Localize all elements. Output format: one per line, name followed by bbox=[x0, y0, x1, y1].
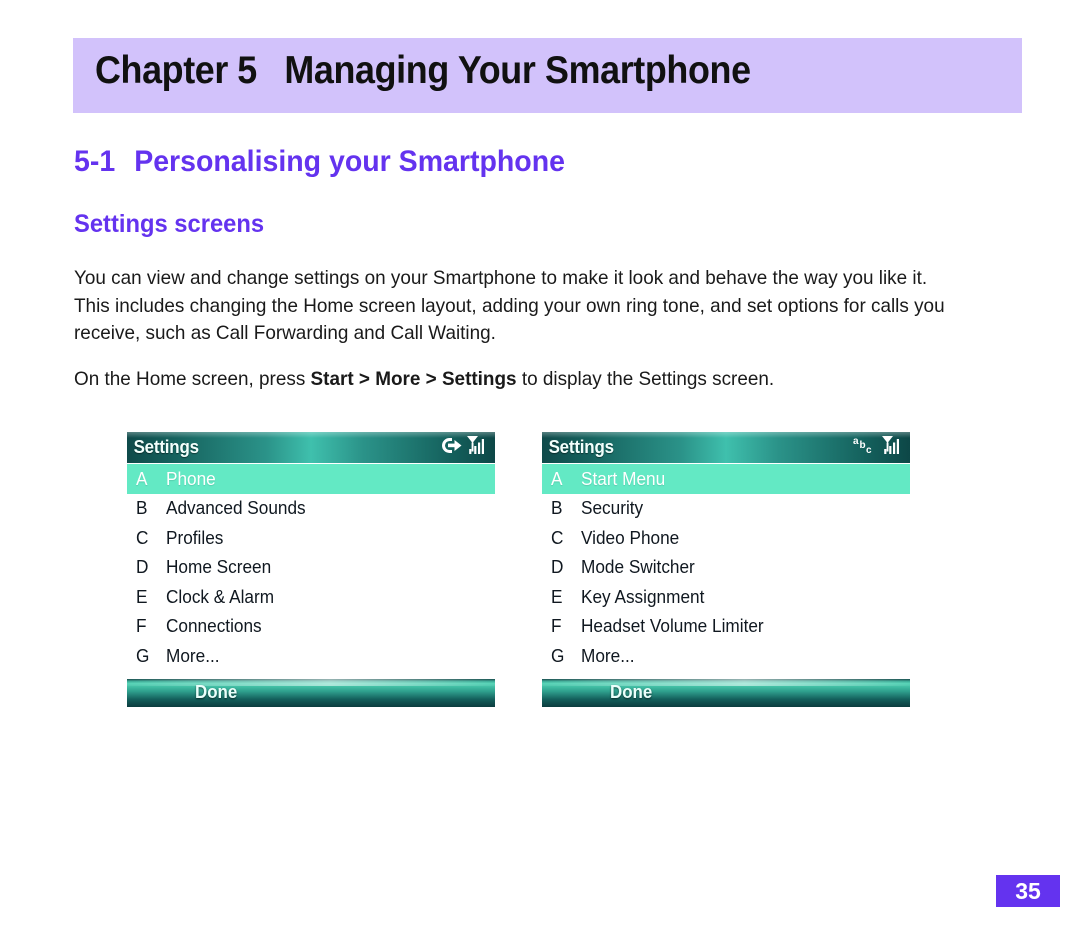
menu-item-label: Clock & Alarm bbox=[166, 585, 275, 607]
menu-item-connections[interactable]: F Connections bbox=[127, 612, 495, 642]
menu-item-more[interactable]: G More... bbox=[127, 641, 495, 671]
chapter-title: Chapter 5 Managing Your Smartphone bbox=[95, 49, 751, 93]
menu-item-letter: A bbox=[136, 467, 148, 489]
body-paragraph-2: On the Home screen, press Start > More >… bbox=[74, 366, 966, 394]
screen-2-menu-list[interactable]: A Start Menu B Security C Video Phone D … bbox=[542, 463, 910, 671]
screen-2-titlebar: Settings a b c bbox=[542, 432, 910, 463]
settings-screen-2: Settings a b c A Start Menu B Security C… bbox=[542, 432, 910, 707]
screen-1-title: Settings bbox=[133, 437, 199, 457]
screen-2-softkey-bar: Done bbox=[542, 679, 910, 707]
body-paragraph-1: You can view and change settings on your… bbox=[74, 267, 945, 344]
section-title: Personalising your Smartphone bbox=[134, 145, 565, 178]
menu-item-start-menu[interactable]: A Start Menu bbox=[542, 464, 910, 494]
menu-item-security[interactable]: B Security bbox=[542, 494, 910, 524]
menu-item-letter: B bbox=[551, 497, 563, 519]
screen-2-status-icons: a b c bbox=[852, 432, 905, 463]
menu-path-emphasis: Start > More > Settings bbox=[310, 368, 517, 390]
screen-1-menu-list[interactable]: A Phone B Advanced Sounds C Profiles D H… bbox=[127, 463, 495, 671]
page-number-badge: 35 bbox=[996, 875, 1060, 907]
menu-item-more[interactable]: G More... bbox=[542, 641, 910, 671]
paragraph-2-lead: On the Home screen, press bbox=[74, 368, 311, 390]
call-connection-icon bbox=[440, 436, 463, 460]
chapter-name: Managing Your Smartphone bbox=[284, 49, 751, 92]
screen-1-status-icons bbox=[440, 432, 490, 463]
section-number: 5-1 bbox=[74, 145, 116, 178]
menu-item-headset-volume-limiter[interactable]: F Headset Volume Limiter bbox=[542, 612, 910, 642]
menu-item-letter: E bbox=[551, 585, 563, 607]
screen-1-titlebar: Settings bbox=[127, 432, 495, 463]
menu-item-label: More... bbox=[581, 644, 635, 666]
menu-item-label: Profiles bbox=[166, 526, 224, 548]
menu-item-label: Phone bbox=[166, 467, 216, 489]
menu-item-mode-switcher[interactable]: D Mode Switcher bbox=[542, 553, 910, 583]
menu-item-label: Home Screen bbox=[166, 556, 272, 578]
menu-item-letter: G bbox=[551, 644, 565, 666]
menu-item-letter: G bbox=[136, 644, 150, 666]
abc-input-mode-icon: a b c bbox=[852, 435, 878, 460]
menu-item-letter: B bbox=[136, 497, 148, 519]
menu-item-label: Headset Volume Limiter bbox=[581, 615, 764, 637]
done-softkey[interactable]: Done bbox=[610, 682, 652, 703]
menu-item-key-assignment[interactable]: E Key Assignment bbox=[542, 582, 910, 612]
svg-text:a: a bbox=[853, 436, 859, 447]
menu-item-video-phone[interactable]: C Video Phone bbox=[542, 523, 910, 553]
menu-item-letter: D bbox=[136, 556, 149, 578]
menu-item-advanced-sounds[interactable]: B Advanced Sounds bbox=[127, 494, 495, 524]
chapter-number: 5 bbox=[237, 49, 257, 92]
signal-strength-icon bbox=[466, 435, 490, 461]
menu-item-letter: F bbox=[551, 615, 562, 637]
signal-strength-icon bbox=[881, 435, 905, 461]
menu-item-letter: C bbox=[551, 526, 564, 548]
menu-item-label: Start Menu bbox=[581, 467, 666, 489]
menu-item-letter: D bbox=[551, 556, 564, 578]
menu-item-label: Security bbox=[581, 497, 644, 519]
done-softkey[interactable]: Done bbox=[195, 682, 237, 703]
menu-item-label: Mode Switcher bbox=[581, 556, 695, 578]
menu-item-letter: F bbox=[136, 615, 147, 637]
menu-item-label: More... bbox=[166, 644, 220, 666]
svg-text:b: b bbox=[860, 440, 866, 451]
paragraph-2-tail: to display the Settings screen. bbox=[516, 368, 775, 390]
menu-item-phone[interactable]: A Phone bbox=[127, 464, 495, 494]
menu-item-label: Video Phone bbox=[581, 526, 680, 548]
screen-1-softkey-bar: Done bbox=[127, 679, 495, 707]
menu-item-profiles[interactable]: C Profiles bbox=[127, 523, 495, 553]
menu-item-letter: C bbox=[136, 526, 149, 548]
menu-item-label: Connections bbox=[166, 615, 262, 637]
svg-text:c: c bbox=[866, 445, 872, 455]
menu-item-label: Advanced Sounds bbox=[166, 497, 306, 519]
sub-heading: Settings screens bbox=[74, 210, 265, 238]
chapter-prefix: Chapter bbox=[95, 49, 228, 92]
settings-screen-1: Settings A Phone B Advanced Sounds C Pro… bbox=[127, 432, 495, 707]
section-heading: 5-1 Personalising your Smartphone bbox=[74, 145, 565, 179]
menu-item-home-screen[interactable]: D Home Screen bbox=[127, 553, 495, 583]
menu-item-clock-alarm[interactable]: E Clock & Alarm bbox=[127, 582, 495, 612]
menu-item-label: Key Assignment bbox=[581, 585, 705, 607]
menu-item-letter: E bbox=[136, 585, 148, 607]
screen-2-title: Settings bbox=[548, 437, 614, 457]
menu-item-letter: A bbox=[551, 467, 563, 489]
